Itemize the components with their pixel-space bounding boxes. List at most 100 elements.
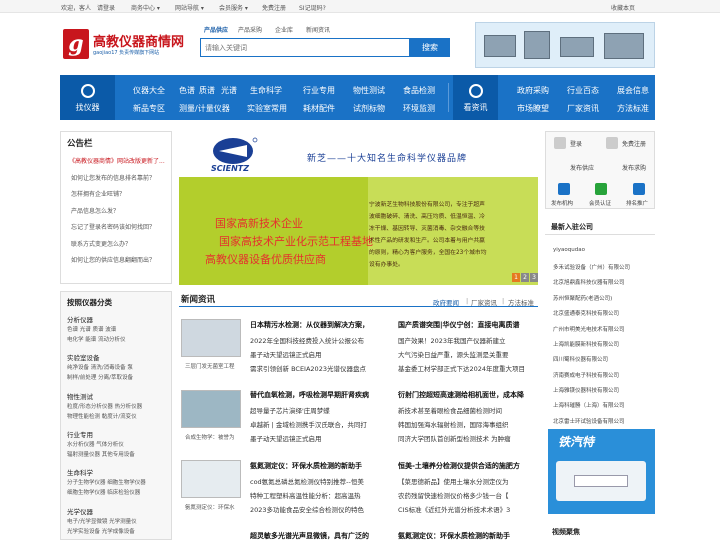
news-item[interactable]: CIS标准《近红外光谱分析技术术语》3: [398, 504, 510, 514]
news-headline[interactable]: 衍射门控超短高速测给相机面世，成本降: [398, 390, 524, 400]
news-item[interactable]: 卓越新 | 金域检测携手汉氏联合，共同打: [250, 419, 367, 429]
side-ad[interactable]: 铁汽特: [548, 429, 655, 514]
notice-item[interactable]: 如何让您发布的信息排名靠前？: [71, 173, 155, 182]
news-item[interactable]: cod氨氮总磷总氮检测仪特别推荐--恒美: [250, 476, 364, 486]
news-item[interactable]: 墨子动天望远镜正式启用: [250, 433, 322, 443]
company-link[interactable]: 北京雷士环试验设备有限公司: [553, 417, 625, 425]
site-logo[interactable]: g 高教仪器商情网 gaojiao17 负责传媒旗下网站: [63, 29, 193, 59]
tab-supply[interactable]: 产品供应: [204, 25, 228, 34]
category-group[interactable]: 物性测试: [67, 391, 93, 401]
news-item[interactable]: 基金委工材学部正式下达2024年度重大项目: [398, 363, 525, 373]
nav-link[interactable]: 新品专区: [133, 103, 165, 114]
code-check-link[interactable]: SI记诞码?: [299, 3, 326, 12]
news-item[interactable]: 2023多功能食品安全综合检测仪的特色: [250, 504, 364, 514]
news-item[interactable]: 需求引领创新 BCEIA2023光谱仪器盘点: [250, 363, 366, 373]
company-link[interactable]: 苏州恒聚配药(老酒公司): [553, 294, 612, 302]
category-links[interactable]: 粒度/形态分析仪器 热分析仪器: [67, 402, 142, 410]
search-button[interactable]: 搜索: [410, 38, 450, 57]
nav-link[interactable]: 政府采购: [517, 85, 549, 96]
news-item[interactable]: 农药残留快速检测仪价格多少钱一台【: [398, 490, 509, 500]
post-supply-button[interactable]: 发布供应: [570, 163, 594, 172]
notice-item[interactable]: 产品信息怎么发？: [71, 206, 119, 215]
category-group[interactable]: 行业专用: [67, 429, 93, 439]
tab-company[interactable]: 企业库: [275, 25, 293, 34]
news-item[interactable]: 韩国加强海水辐射检测，国际海事组织: [398, 419, 509, 429]
news-thumbnail[interactable]: [181, 390, 241, 428]
nav-link[interactable]: 质谱: [199, 85, 215, 96]
notice-item[interactable]: 忘记了登录名密码该如何找回？: [71, 222, 155, 231]
news-headline[interactable]: 日本精污水检测：从仪器到解决方案，: [250, 320, 369, 330]
news-item[interactable]: 新技术甚至着眼检食品细菌检测时间: [398, 405, 502, 415]
nav-link[interactable]: 色谱: [179, 85, 195, 96]
category-links[interactable]: 电化学 能谱 流动分析仪: [67, 335, 126, 343]
news-thumbnail[interactable]: [181, 460, 241, 498]
tab-purchase[interactable]: 产品采购: [238, 25, 262, 34]
banner-carousel[interactable]: SCIENTZ 新芝——十大知名生命科学仪器品牌 国家高新技术企业 国家高技术产…: [179, 131, 538, 285]
find-instrument-head[interactable]: 找仪器: [60, 75, 115, 120]
category-links[interactable]: 制样/前处理 分离/萃取设备: [67, 373, 133, 381]
member-service-menu[interactable]: 会员服务 ▾: [219, 3, 248, 12]
news-item[interactable]: 同济大学团队首创新型检测技术 为肿瘤: [398, 433, 511, 443]
company-link[interactable]: 北京旭鼎鑫科技仪器有限公司: [553, 278, 625, 286]
category-group[interactable]: 生命科学: [67, 467, 93, 477]
company-link[interactable]: 上海雅镁仪器科技有限公司: [553, 386, 619, 394]
nav-link[interactable]: 试剂标物: [353, 103, 385, 114]
category-group[interactable]: 分析仪器: [67, 314, 93, 324]
category-links[interactable]: 细胞生物学仪器 临床检验仪器: [67, 488, 140, 496]
category-group[interactable]: 光学仪器: [67, 506, 93, 516]
company-link[interactable]: yiyaoqudao: [553, 247, 585, 253]
news-thumb-caption[interactable]: 合成生物学：被誉为: [185, 433, 235, 441]
register-button[interactable]: 免费注册: [622, 139, 646, 148]
nav-link[interactable]: 环境监测: [403, 103, 435, 114]
nav-link[interactable]: 市场瞭望: [517, 103, 549, 114]
member-verify-button[interactable]: 会员认证: [589, 199, 611, 207]
news-thumb-caption[interactable]: 氨氮测定仪：环保水: [185, 503, 235, 511]
nav-link[interactable]: 行业专用: [303, 85, 335, 96]
news-item[interactable]: 国产效果！2023年我国产仪器新建立: [398, 335, 506, 345]
company-link[interactable]: 广州市明美光电技术有限公司: [553, 325, 625, 333]
nav-link[interactable]: 实验室常用: [247, 103, 287, 114]
publish-org-button[interactable]: 发布机构: [551, 199, 573, 207]
search-input[interactable]: [201, 39, 409, 56]
notice-item[interactable]: 《高教仪器商情》网站改版更新了...: [69, 156, 165, 165]
login-button[interactable]: 登录: [570, 139, 582, 148]
company-link[interactable]: 四川蜀科仪器有限公司: [553, 355, 608, 363]
category-links[interactable]: 电子/光学显微镜 光学测量仪: [67, 517, 137, 525]
company-link[interactable]: 上海科璀勝（上海）有限公司: [553, 401, 625, 409]
business-center-menu[interactable]: 商务中心 ▾: [131, 3, 160, 12]
login-link[interactable]: 请登录: [97, 3, 115, 12]
category-links[interactable]: 水分析仪器 气体分析仪: [67, 440, 124, 448]
category-links[interactable]: 光学实验设备 光学成像设备: [67, 527, 135, 535]
news-thumbnail[interactable]: [181, 319, 241, 357]
category-links[interactable]: 物理性能检测 黏度计/流变仪: [67, 412, 137, 420]
notice-item[interactable]: 联系方式变更怎么办？: [71, 239, 131, 248]
carousel-dot[interactable]: 1: [512, 273, 520, 282]
nav-link[interactable]: 仪器大全: [133, 85, 165, 96]
tab-news[interactable]: 新闻资讯: [306, 25, 330, 34]
category-group[interactable]: 实验室设备: [67, 352, 100, 362]
category-links[interactable]: 分子生物学仪器 细胞生物学仪器: [67, 478, 146, 486]
news-headline[interactable]: 替代血氧检测，呼吸检测早期肝肾疾病: [250, 390, 369, 400]
nav-link[interactable]: 展会信息: [617, 85, 649, 96]
nav-link[interactable]: 光谱: [221, 85, 237, 96]
nav-link[interactable]: 物性测试: [353, 85, 385, 96]
news-item[interactable]: 【菜思德新品】使用土壤水分测定仪为: [398, 476, 509, 486]
notice-item[interactable]: 怎样拥有企业旺铺？: [71, 189, 125, 198]
news-item[interactable]: 2022年全国科技经费投入统计公报公布: [250, 335, 364, 345]
nav-link[interactable]: 测量/计量仪器: [179, 103, 230, 114]
news-item[interactable]: 特种工程塑料高温性能分析：超高温热: [250, 490, 361, 500]
news-headline[interactable]: 国产质谱突围|华仪宁创：直接电离质谱: [398, 320, 520, 330]
rank-promo-button[interactable]: 排名推广: [626, 199, 648, 207]
header-ad[interactable]: [475, 22, 655, 68]
category-links[interactable]: 纯净设备 清洗/消毒设备 泵: [67, 363, 133, 371]
free-register-link[interactable]: 免费注册: [262, 3, 286, 12]
company-link[interactable]: 北京盛通泰克科技有限公司: [553, 309, 619, 317]
favorite-link[interactable]: 收藏本页: [611, 3, 635, 12]
news-thumb-caption[interactable]: 三层门发无菌室工程: [185, 362, 235, 370]
company-link[interactable]: 多禾试验设备（广州）有限公司: [553, 263, 630, 271]
company-link[interactable]: 济南赛成电子科技有限公司: [553, 371, 619, 379]
news-headline[interactable]: 恒美-土壤养分检测仪提供合适的施肥方: [398, 461, 520, 471]
carousel-dot[interactable]: 2: [521, 273, 529, 282]
company-link[interactable]: 上海凯能膜新科技有限公司: [553, 340, 619, 348]
news-headline[interactable]: 氨氮测定仪：环保水质检测的新助手: [250, 461, 362, 471]
